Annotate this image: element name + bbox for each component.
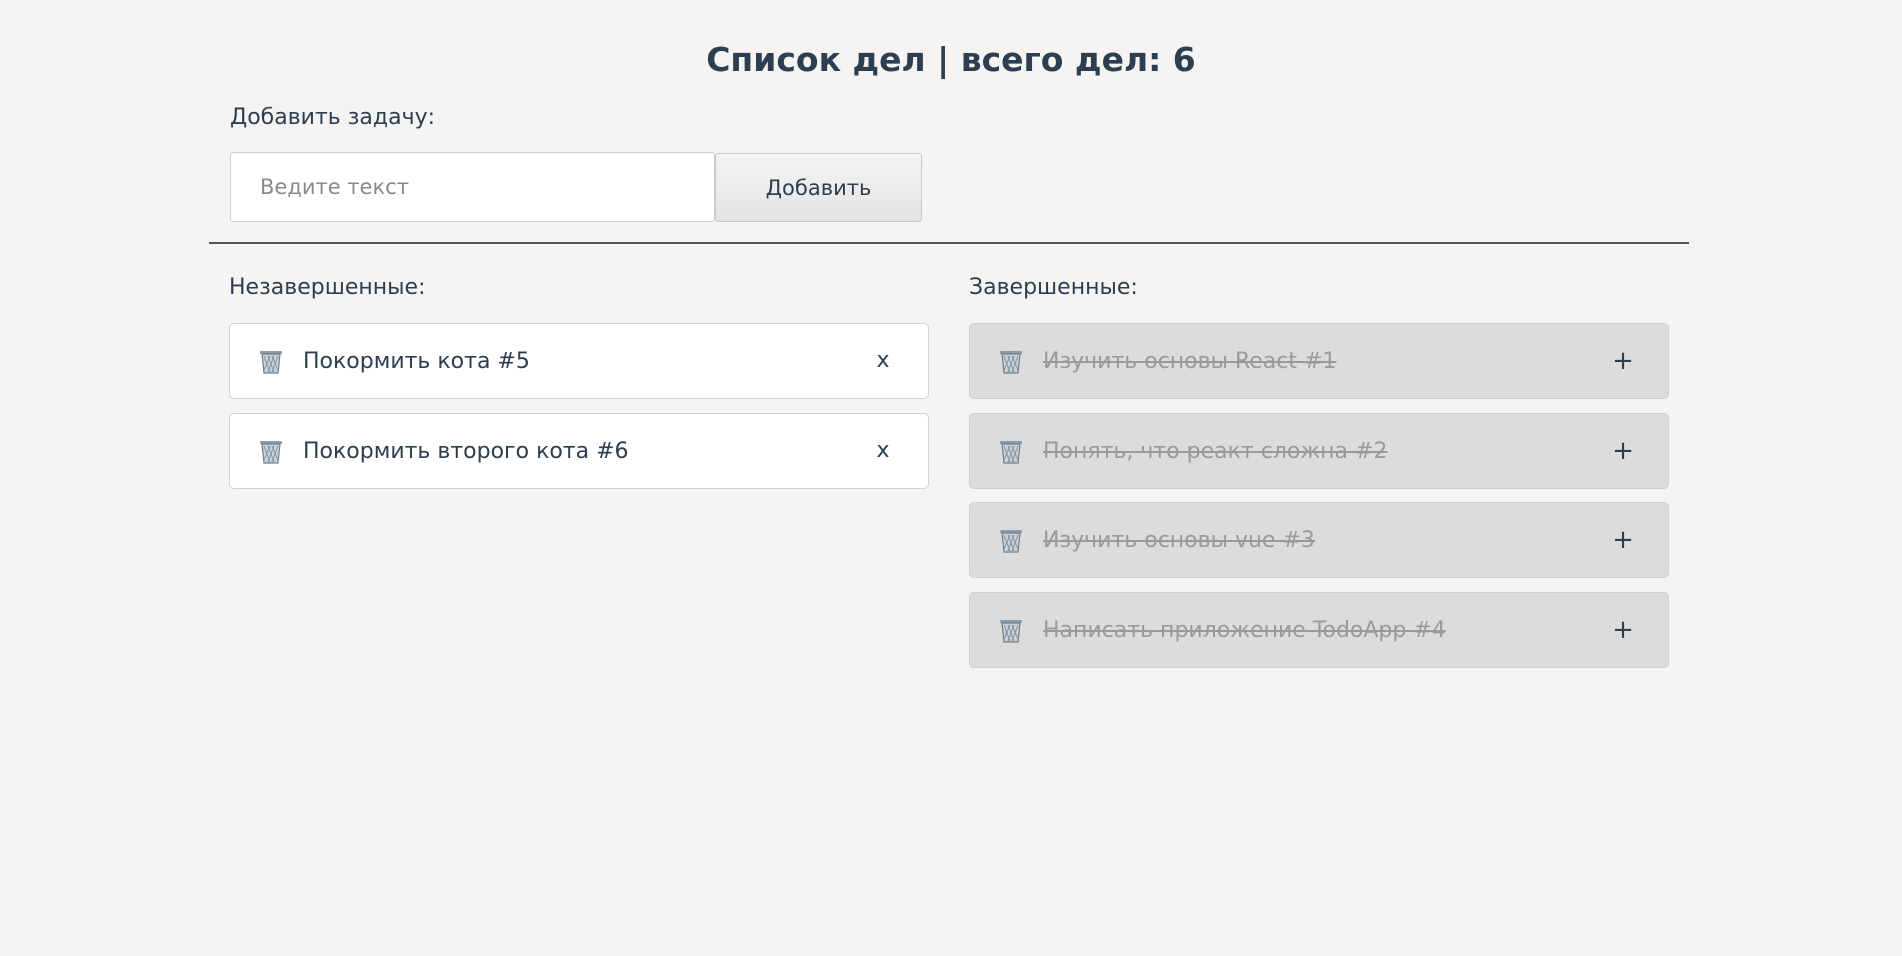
section-divider bbox=[209, 242, 1689, 244]
incomplete-task-item: Покормить кота #5 x bbox=[229, 323, 929, 399]
incomplete-section-label: Незавершенные: bbox=[229, 275, 426, 300]
task-text: Покормить кота #5 bbox=[303, 349, 530, 374]
completed-task-item: Изучить основы vue #3 + bbox=[969, 502, 1669, 578]
task-text: Написать приложение TodoApp #4 bbox=[1043, 618, 1446, 643]
trash-basket-icon[interactable] bbox=[999, 440, 1023, 464]
task-text: Изучить основы React #1 bbox=[1043, 349, 1337, 374]
add-task-label: Добавить задачу: bbox=[230, 105, 436, 130]
task-text-input[interactable] bbox=[230, 152, 715, 222]
restore-task-button[interactable]: + bbox=[1608, 324, 1638, 398]
restore-task-button[interactable]: + bbox=[1608, 503, 1638, 577]
task-text: Изучить основы vue #3 bbox=[1043, 528, 1315, 553]
completed-section-label: Завершенные: bbox=[969, 275, 1138, 300]
complete-task-button[interactable]: x bbox=[868, 324, 898, 398]
trash-basket-icon[interactable] bbox=[999, 529, 1023, 553]
task-text: Понять, что реакт сложна #2 bbox=[1043, 439, 1388, 464]
completed-task-item: Понять, что реакт сложна #2 + bbox=[969, 413, 1669, 489]
complete-task-button[interactable]: x bbox=[868, 414, 898, 488]
trash-basket-icon[interactable] bbox=[259, 440, 283, 464]
page-title: Список дел | всего дел: 6 bbox=[706, 40, 1196, 79]
trash-basket-icon[interactable] bbox=[999, 350, 1023, 374]
add-task-button[interactable]: Добавить bbox=[715, 153, 922, 222]
trash-basket-icon[interactable] bbox=[999, 619, 1023, 643]
restore-task-button[interactable]: + bbox=[1608, 593, 1638, 667]
trash-basket-icon[interactable] bbox=[259, 350, 283, 374]
task-text: Покормить второго кота #6 bbox=[303, 439, 629, 464]
restore-task-button[interactable]: + bbox=[1608, 414, 1638, 488]
todo-app: Список дел | всего дел: 6 Добавить задач… bbox=[0, 0, 1902, 956]
incomplete-task-item: Покормить второго кота #6 x bbox=[229, 413, 929, 489]
completed-task-item: Написать приложение TodoApp #4 + bbox=[969, 592, 1669, 668]
completed-task-item: Изучить основы React #1 + bbox=[969, 323, 1669, 399]
